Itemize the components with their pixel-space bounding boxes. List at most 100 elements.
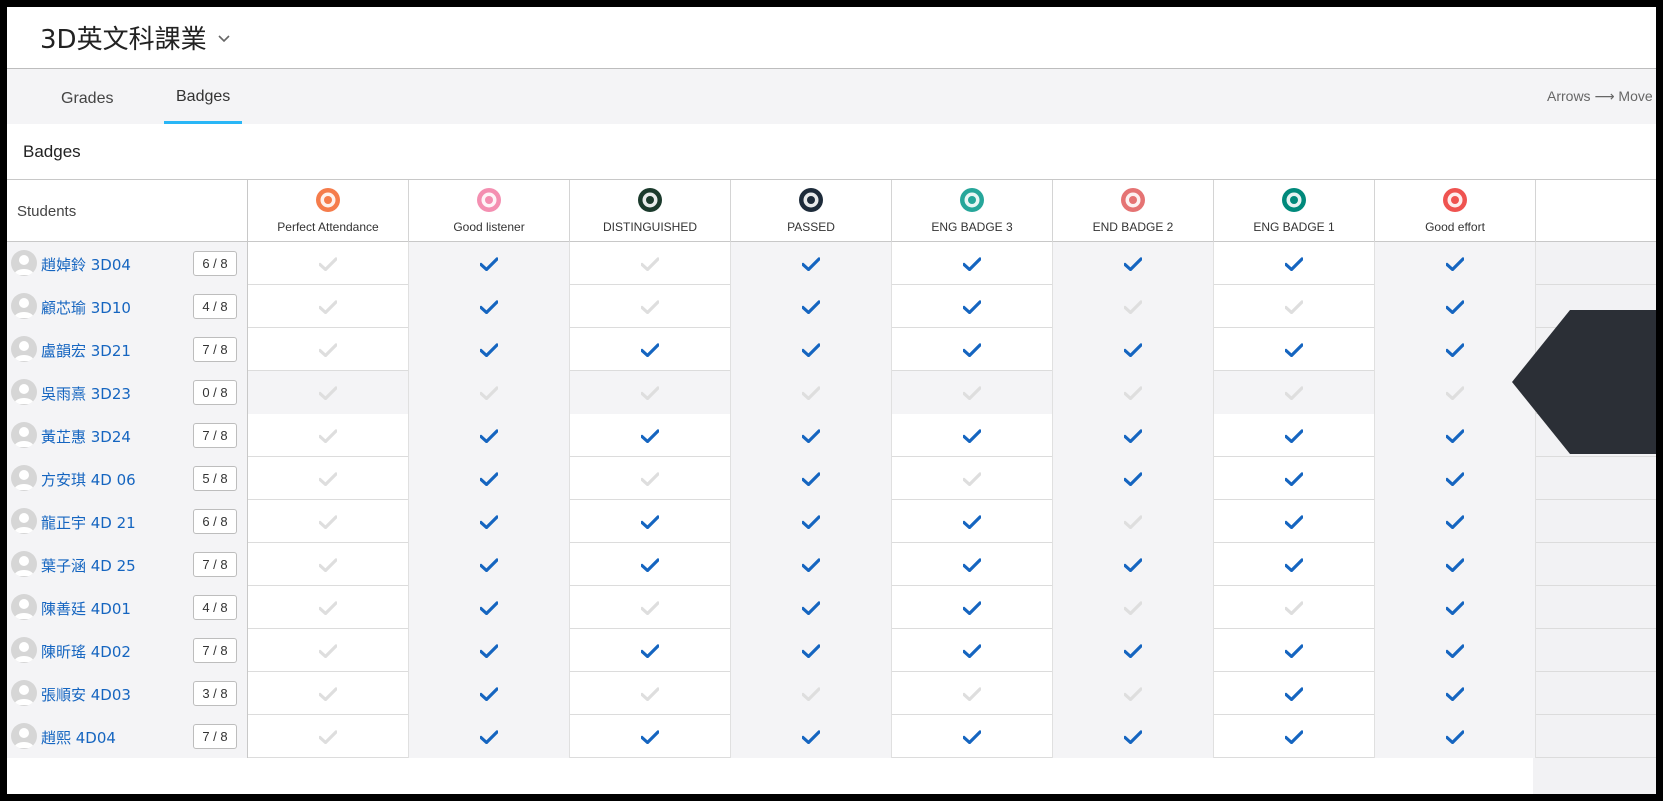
badge-awarded-cell[interactable] — [731, 586, 892, 629]
badge-column-header[interactable]: ENG BADGE 3 — [892, 180, 1053, 242]
badge-awarded-cell[interactable] — [892, 500, 1053, 543]
badge-not-awarded-cell[interactable] — [731, 672, 892, 715]
badge-awarded-cell[interactable] — [1053, 457, 1214, 500]
badge-column-header[interactable]: PASSED — [731, 180, 892, 242]
badge-awarded-cell[interactable] — [1214, 715, 1375, 758]
student-name-link[interactable]: 吳雨熹 3D23 — [41, 383, 131, 404]
badge-not-awarded-cell[interactable] — [248, 414, 409, 457]
badge-not-awarded-cell[interactable] — [1214, 371, 1375, 414]
badge-column-header[interactable]: DISTINGUISHED — [570, 180, 731, 242]
badge-not-awarded-cell[interactable] — [1053, 586, 1214, 629]
badge-awarded-cell[interactable] — [1053, 242, 1214, 285]
next-arrow-button[interactable] — [1512, 310, 1656, 470]
badge-awarded-cell[interactable] — [1375, 715, 1536, 758]
badge-awarded-cell[interactable] — [409, 328, 570, 371]
badge-awarded-cell[interactable] — [409, 457, 570, 500]
badge-not-awarded-cell[interactable] — [248, 672, 409, 715]
badge-not-awarded-cell[interactable] — [1214, 586, 1375, 629]
badge-not-awarded-cell[interactable] — [570, 586, 731, 629]
student-name-link[interactable]: 方安琪 4D 06 — [41, 469, 136, 490]
badge-awarded-cell[interactable] — [409, 500, 570, 543]
student-name-link[interactable]: 葉子涵 4D 25 — [41, 555, 136, 576]
badge-not-awarded-cell[interactable] — [248, 285, 409, 328]
badge-awarded-cell[interactable] — [1375, 242, 1536, 285]
badge-not-awarded-cell[interactable] — [1053, 371, 1214, 414]
badge-not-awarded-cell[interactable] — [892, 672, 1053, 715]
badge-not-awarded-cell[interactable] — [248, 586, 409, 629]
badge-awarded-cell[interactable] — [1375, 543, 1536, 586]
tab-badges[interactable]: Badges — [164, 69, 243, 124]
badge-column-header[interactable]: Good listener — [409, 180, 570, 242]
badge-awarded-cell[interactable] — [1375, 500, 1536, 543]
badge-not-awarded-cell[interactable] — [1053, 672, 1214, 715]
badge-column-header[interactable]: END BADGE 2 — [1053, 180, 1214, 242]
badge-awarded-cell[interactable] — [1375, 629, 1536, 672]
student-name-link[interactable]: 黃芷惠 3D24 — [41, 426, 131, 447]
badge-awarded-cell[interactable] — [892, 543, 1053, 586]
tab-grades[interactable]: Grades — [49, 69, 125, 124]
badge-awarded-cell[interactable] — [892, 414, 1053, 457]
badge-awarded-cell[interactable] — [892, 715, 1053, 758]
badge-not-awarded-cell[interactable] — [892, 457, 1053, 500]
badge-awarded-cell[interactable] — [731, 629, 892, 672]
badge-awarded-cell[interactable] — [409, 715, 570, 758]
badge-awarded-cell[interactable] — [1053, 328, 1214, 371]
badge-awarded-cell[interactable] — [409, 242, 570, 285]
course-title[interactable]: 3D英文科課業 — [40, 19, 207, 56]
badge-column-header[interactable]: Perfect Attendance — [248, 180, 409, 242]
badge-awarded-cell[interactable] — [570, 629, 731, 672]
badge-awarded-cell[interactable] — [1214, 414, 1375, 457]
badge-awarded-cell[interactable] — [731, 500, 892, 543]
badge-not-awarded-cell[interactable] — [570, 285, 731, 328]
student-name-link[interactable]: 趙婥鈴 3D04 — [41, 254, 131, 275]
badge-not-awarded-cell[interactable] — [248, 500, 409, 543]
badge-not-awarded-cell[interactable] — [731, 371, 892, 414]
badge-awarded-cell[interactable] — [731, 285, 892, 328]
student-name-link[interactable]: 陳善廷 4D01 — [41, 598, 131, 619]
badge-awarded-cell[interactable] — [409, 586, 570, 629]
badge-awarded-cell[interactable] — [731, 328, 892, 371]
badge-not-awarded-cell[interactable] — [570, 371, 731, 414]
badge-awarded-cell[interactable] — [731, 715, 892, 758]
badge-not-awarded-cell[interactable] — [248, 543, 409, 586]
badge-awarded-cell[interactable] — [1214, 672, 1375, 715]
badge-awarded-cell[interactable] — [409, 543, 570, 586]
badge-not-awarded-cell[interactable] — [409, 371, 570, 414]
badge-not-awarded-cell[interactable] — [248, 457, 409, 500]
student-name-link[interactable]: 龍正宇 4D 21 — [41, 512, 136, 533]
badge-awarded-cell[interactable] — [731, 543, 892, 586]
student-name-link[interactable]: 盧韻宏 3D21 — [41, 340, 131, 361]
student-name-link[interactable]: 顧芯瑜 3D10 — [41, 297, 131, 318]
badge-not-awarded-cell[interactable] — [248, 371, 409, 414]
badge-awarded-cell[interactable] — [731, 242, 892, 285]
students-column-header[interactable]: Students — [7, 180, 248, 242]
badge-awarded-cell[interactable] — [731, 457, 892, 500]
badge-awarded-cell[interactable] — [1214, 500, 1375, 543]
badge-awarded-cell[interactable] — [409, 629, 570, 672]
badge-not-awarded-cell[interactable] — [248, 629, 409, 672]
badge-awarded-cell[interactable] — [570, 500, 731, 543]
badge-not-awarded-cell[interactable] — [248, 328, 409, 371]
badge-not-awarded-cell[interactable] — [248, 715, 409, 758]
badge-awarded-cell[interactable] — [892, 242, 1053, 285]
badge-awarded-cell[interactable] — [1214, 328, 1375, 371]
badge-not-awarded-cell[interactable] — [1053, 285, 1214, 328]
badge-awarded-cell[interactable] — [892, 629, 1053, 672]
student-name-link[interactable]: 陳昕瑤 4D02 — [41, 641, 131, 662]
badge-not-awarded-cell[interactable] — [570, 242, 731, 285]
badge-awarded-cell[interactable] — [892, 328, 1053, 371]
badge-awarded-cell[interactable] — [892, 586, 1053, 629]
badge-awarded-cell[interactable] — [1214, 457, 1375, 500]
student-name-link[interactable]: 張順安 4D03 — [41, 684, 131, 705]
badge-not-awarded-cell[interactable] — [1214, 285, 1375, 328]
badge-not-awarded-cell[interactable] — [570, 457, 731, 500]
badge-awarded-cell[interactable] — [1214, 629, 1375, 672]
badge-awarded-cell[interactable] — [1375, 672, 1536, 715]
badge-awarded-cell[interactable] — [1053, 715, 1214, 758]
badge-awarded-cell[interactable] — [892, 285, 1053, 328]
badge-not-awarded-cell[interactable] — [892, 371, 1053, 414]
badge-not-awarded-cell[interactable] — [570, 672, 731, 715]
badge-awarded-cell[interactable] — [570, 414, 731, 457]
badge-awarded-cell[interactable] — [570, 543, 731, 586]
badge-awarded-cell[interactable] — [409, 672, 570, 715]
